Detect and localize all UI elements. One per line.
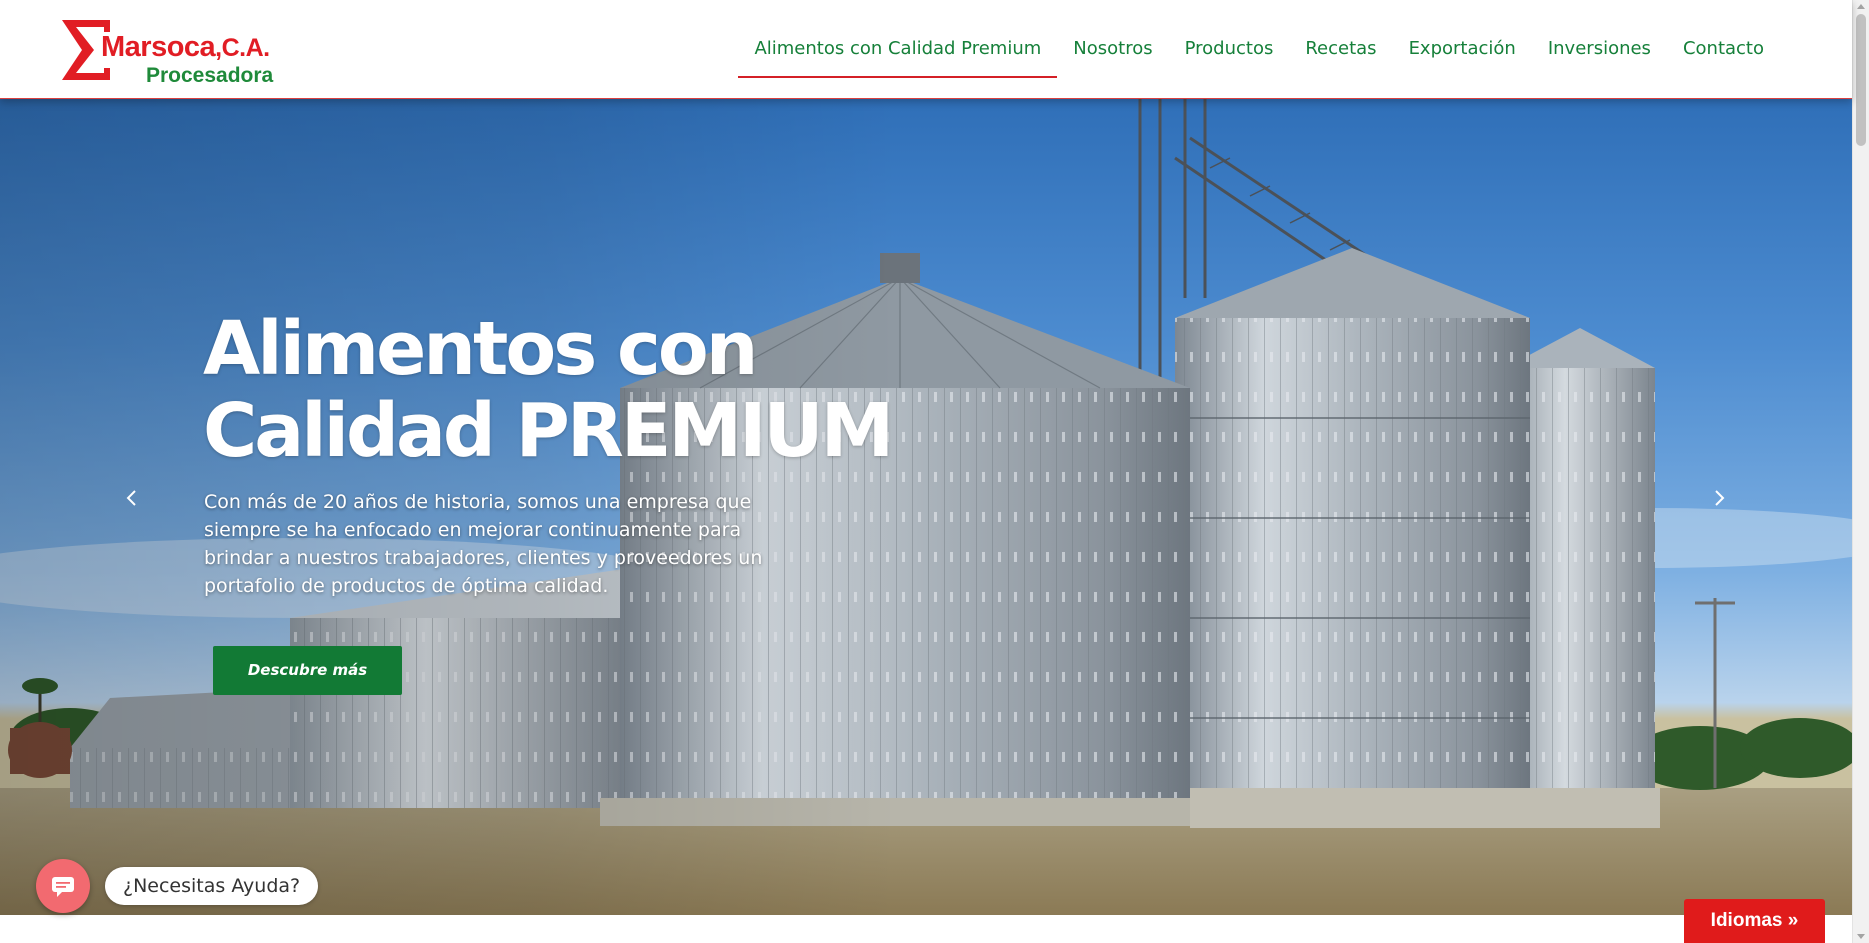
scroll-thumb[interactable]: [1856, 14, 1866, 146]
chat-button[interactable]: [36, 859, 90, 913]
nav-item-alimentos[interactable]: Alimentos con Calidad Premium: [738, 0, 1058, 98]
brand-logo[interactable]: Marsoca,C.A. Procesadora: [60, 18, 300, 87]
slider-next-button[interactable]: [1704, 483, 1734, 513]
hero-description: Con más de 20 años de historia, somos un…: [204, 491, 763, 597]
nav-item-productos[interactable]: Productos: [1169, 0, 1290, 98]
brand-subtitle: Procesadora: [146, 64, 274, 87]
brand-name: Marsoca,C.A.: [101, 31, 270, 63]
nav-item-inversiones[interactable]: Inversiones: [1532, 0, 1667, 98]
chevron-left-icon: [126, 490, 136, 506]
nav-item-nosotros[interactable]: Nosotros: [1057, 0, 1168, 98]
hero-title-line2: Calidad PREMIUM: [203, 388, 894, 474]
discover-more-button[interactable]: Descubre más: [213, 646, 402, 695]
main-nav: Alimentos con Calidad Premium Nosotros P…: [738, 0, 1780, 98]
scroll-up-icon[interactable]: [1857, 4, 1865, 9]
scroll-down-icon[interactable]: [1857, 934, 1865, 939]
page: Marsoca,C.A. Procesadora Alimentos con C…: [0, 0, 1869, 943]
language-button[interactable]: Idiomas »: [1684, 899, 1825, 943]
site-header: Marsoca,C.A. Procesadora Alimentos con C…: [0, 0, 1852, 99]
page-scrollbar[interactable]: [1852, 0, 1869, 943]
hero-title: Alimentos con Calidad PREMIUM: [203, 308, 903, 472]
slider-prev-button[interactable]: [117, 483, 147, 513]
hero-slider: Alimentos con Calidad PREMIUM Con más de…: [0, 98, 1852, 915]
nav-item-recetas[interactable]: Recetas: [1289, 0, 1392, 98]
chat-icon: [52, 877, 74, 897]
chevron-right-icon: [1715, 490, 1725, 506]
hero-title-line1: Alimentos con: [203, 306, 758, 392]
nav-item-contacto[interactable]: Contacto: [1667, 0, 1780, 98]
nav-item-exportacion[interactable]: Exportación: [1393, 0, 1532, 98]
help-prompt[interactable]: ¿Necesitas Ayuda?: [105, 867, 319, 905]
